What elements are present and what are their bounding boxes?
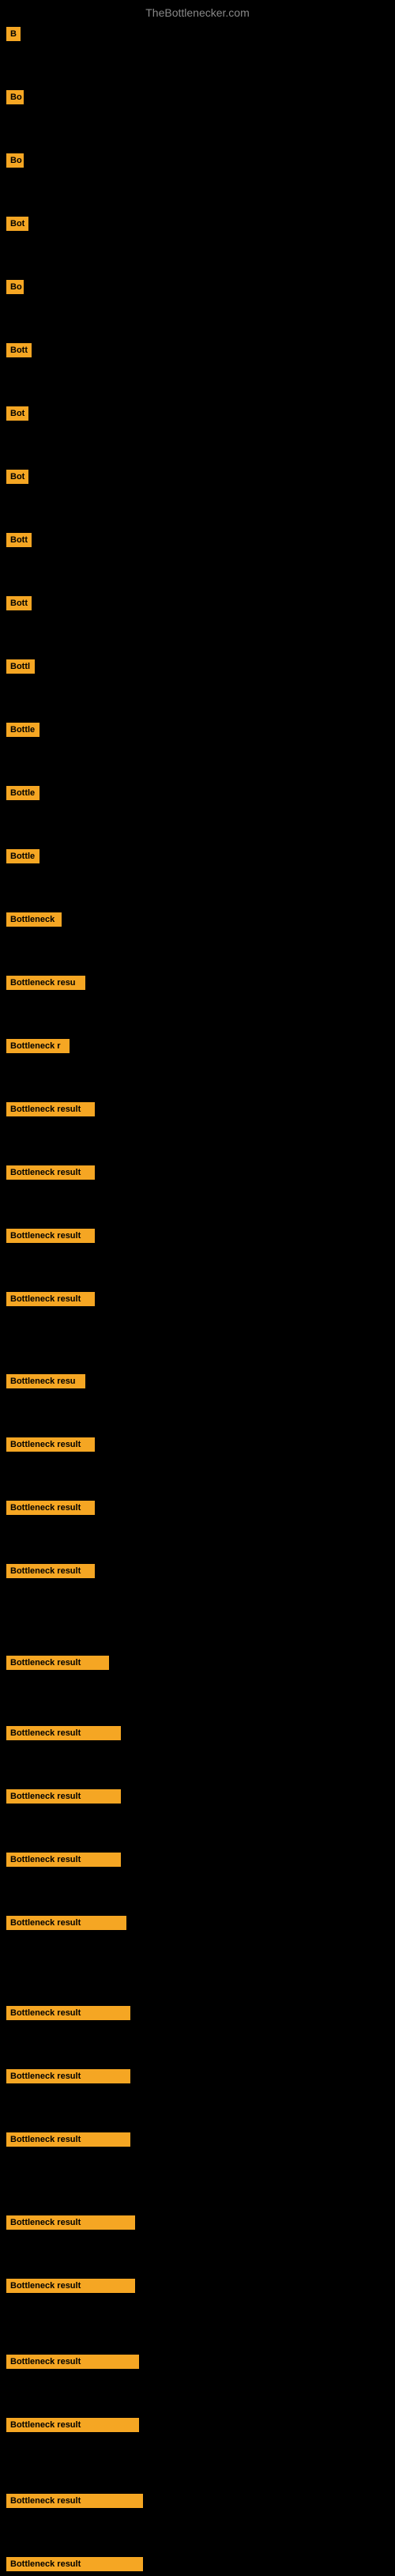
bottleneck-label: Bottleneck result: [6, 1102, 95, 1116]
bottleneck-label: Bo: [6, 280, 24, 294]
bottleneck-label: Bottleneck result: [6, 1789, 121, 1804]
list-item: Bottleneck result: [6, 1161, 95, 1184]
list-item: Bottleneck resu: [6, 1369, 85, 1393]
bottleneck-label: Bottleneck result: [6, 2215, 135, 2230]
list-item: Bottleneck result: [6, 2413, 139, 2437]
list-item: Bottleneck result: [6, 1097, 95, 1121]
bottleneck-label: Bottleneck result: [6, 1292, 95, 1306]
bottleneck-label: Bottleneck result: [6, 2557, 143, 2571]
bottleneck-label: Bottleneck result: [6, 2132, 130, 2147]
bottleneck-label: Bottleneck result: [6, 2355, 139, 2369]
list-item: Bottleneck result: [6, 2001, 130, 2025]
bottleneck-label: Bott: [6, 596, 32, 610]
list-item: Bo: [6, 149, 24, 172]
list-item: Bott: [6, 338, 32, 362]
list-item: Bott: [6, 528, 32, 552]
list-item: Bottleneck resu: [6, 971, 85, 995]
list-item: Bottleneck result: [6, 2211, 135, 2234]
list-item: Bo: [6, 85, 24, 109]
bottleneck-label: Bottleneck result: [6, 1916, 126, 1930]
bottleneck-label: Bottleneck result: [6, 2494, 143, 2508]
bottleneck-label: B: [6, 27, 21, 41]
bottleneck-label: Bo: [6, 90, 24, 104]
bottleneck-label: Bottleneck result: [6, 1437, 95, 1452]
bottleneck-label: Bott: [6, 343, 32, 357]
bottleneck-label: Bot: [6, 406, 28, 421]
list-item: Bottleneck result: [6, 1224, 95, 1248]
list-item: Bottleneck result: [6, 1287, 95, 1311]
list-item: Bottleneck result: [6, 1785, 121, 1808]
bottleneck-label: Bottleneck: [6, 912, 62, 927]
bottleneck-label: Bottleneck result: [6, 2279, 135, 2293]
list-item: Bottleneck result: [6, 1651, 109, 1675]
bottleneck-label: Bottleneck result: [6, 1229, 95, 1243]
bottleneck-label: Bottle: [6, 723, 40, 737]
bottleneck-label: Bottleneck result: [6, 1726, 121, 1740]
bottleneck-label: Bottleneck result: [6, 2069, 130, 2083]
list-item: Bottl: [6, 655, 35, 678]
bottleneck-label: Bott: [6, 533, 32, 547]
list-item: B: [6, 22, 21, 46]
bottleneck-label: Bo: [6, 153, 24, 168]
bottleneck-label: Bottleneck result: [6, 1165, 95, 1180]
list-item: Bottleneck result: [6, 1911, 126, 1935]
bottleneck-label: Bottleneck result: [6, 1564, 95, 1578]
list-item: Bottleneck result: [6, 1496, 95, 1520]
bottleneck-label: Bottleneck resu: [6, 1374, 85, 1388]
list-item: Bottleneck result: [6, 2064, 130, 2088]
bottleneck-label: Bottleneck r: [6, 1039, 70, 1053]
bottleneck-label: Bottleneck result: [6, 1656, 109, 1670]
bottleneck-label: Bot: [6, 470, 28, 484]
list-item: Bottleneck result: [6, 2489, 143, 2513]
bottleneck-label: Bottleneck resu: [6, 976, 85, 990]
list-item: Bottleneck: [6, 908, 62, 931]
list-item: Bottleneck result: [6, 1721, 121, 1745]
list-item: Bottleneck result: [6, 1848, 121, 1872]
list-item: Bot: [6, 402, 28, 425]
list-item: Bottleneck result: [6, 2274, 135, 2298]
bottleneck-label: Bottl: [6, 659, 35, 674]
bottleneck-label: Bottleneck result: [6, 1501, 95, 1515]
list-item: Bo: [6, 275, 24, 299]
bottleneck-label: Bottleneck result: [6, 2006, 130, 2020]
site-title: TheBottlenecker.com: [0, 0, 395, 22]
list-item: Bottleneck result: [6, 2552, 143, 2576]
list-item: Bottleneck result: [6, 2350, 139, 2374]
list-item: Bot: [6, 212, 28, 236]
bottleneck-label: Bottleneck result: [6, 1853, 121, 1867]
list-item: Bottle: [6, 781, 40, 805]
bottleneck-label: Bottle: [6, 786, 40, 800]
list-item: Bottleneck r: [6, 1034, 70, 1058]
bottleneck-label: Bottle: [6, 849, 40, 863]
bottleneck-label: Bot: [6, 217, 28, 231]
list-item: Bottle: [6, 718, 40, 742]
list-item: Bottleneck result: [6, 1559, 95, 1583]
list-item: Bott: [6, 591, 32, 615]
list-item: Bottle: [6, 844, 40, 868]
bottleneck-label: Bottleneck result: [6, 2418, 139, 2432]
list-item: Bottleneck result: [6, 1433, 95, 1456]
list-item: Bot: [6, 465, 28, 489]
list-item: Bottleneck result: [6, 2128, 130, 2151]
